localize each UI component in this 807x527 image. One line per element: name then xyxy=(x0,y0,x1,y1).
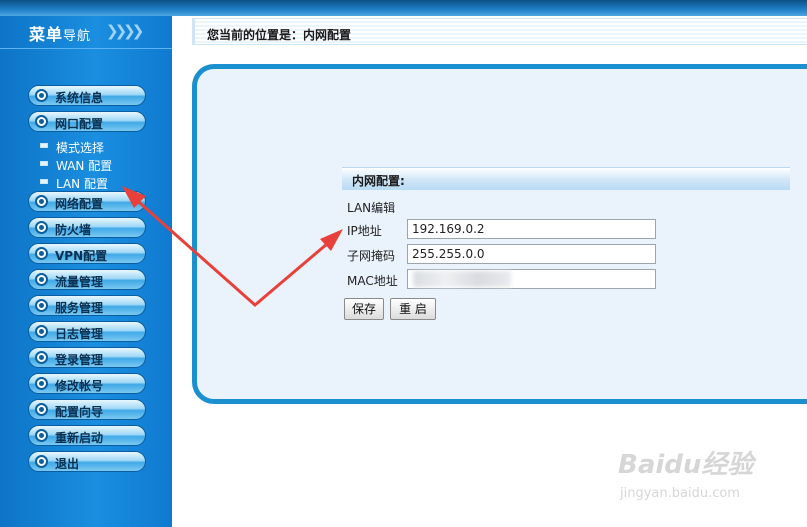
mac-label: MAC地址 xyxy=(347,274,398,288)
menu-item-port-config[interactable]: 网口配置 xyxy=(28,111,146,132)
bullet-icon xyxy=(35,325,48,338)
chevrons-icon: ❯❯❯❯ xyxy=(106,22,144,40)
bullet-icon xyxy=(35,115,48,128)
square-bullet-icon xyxy=(40,161,48,166)
menu-item-label: VPN配置 xyxy=(55,249,108,263)
restart-button[interactable]: 重 启 xyxy=(390,298,436,320)
baidu-watermark: Baidu经验 xyxy=(618,450,754,480)
bullet-icon xyxy=(35,89,48,102)
ip-address-input[interactable] xyxy=(407,219,656,239)
menu-item-label: 服务管理 xyxy=(55,301,104,315)
bullet-icon xyxy=(35,247,48,260)
bullet-icon xyxy=(35,377,48,390)
square-bullet-icon xyxy=(40,143,48,148)
breadcrumb-text: 您当前的位置是：内网配置 xyxy=(207,28,352,42)
top-banner xyxy=(0,0,807,16)
bullet-icon xyxy=(35,299,48,312)
menu-item-label: 网口配置 xyxy=(55,117,104,131)
menu-item-logout[interactable]: 退出 xyxy=(28,451,146,472)
bullet-icon xyxy=(35,351,48,364)
menu-item-reboot[interactable]: 重新启动 xyxy=(28,425,146,446)
menu-item-label: 防火墙 xyxy=(55,223,92,237)
bullet-icon xyxy=(35,273,48,286)
bullet-icon xyxy=(35,455,48,468)
submenu-item-label: LAN 配置 xyxy=(56,177,108,191)
menu-item-wizard[interactable]: 配置向导 xyxy=(28,399,146,420)
section-title: 内网配置: xyxy=(352,174,405,188)
menu-item-traffic[interactable]: 流量管理 xyxy=(28,269,146,290)
menu-item-label: 配置向导 xyxy=(55,405,104,419)
menu-item-label: 登录管理 xyxy=(55,353,104,367)
menu-item-firewall[interactable]: 防火墙 xyxy=(28,217,146,238)
ip-label: IP地址 xyxy=(347,224,382,238)
menu-item-login[interactable]: 登录管理 xyxy=(28,347,146,368)
save-button[interactable]: 保存 xyxy=(344,298,384,320)
menu-item-label: 流量管理 xyxy=(55,275,104,289)
menu-item-label: 退出 xyxy=(55,457,80,471)
bullet-icon xyxy=(35,221,48,234)
submenu-item-label: 模式选择 xyxy=(56,141,105,155)
bullet-icon xyxy=(35,403,48,416)
menu-item-account[interactable]: 修改帐号 xyxy=(28,373,146,394)
sidebar-title: 菜单导航 xyxy=(29,21,91,45)
menu-item-label: 日志管理 xyxy=(55,327,104,341)
subnet-mask-input[interactable] xyxy=(407,244,656,264)
lan-edit-label: LAN编辑 xyxy=(347,201,396,215)
mac-redacted-blur xyxy=(413,271,511,287)
sidebar-title-small: 导航 xyxy=(63,29,92,44)
section-header: 内网配置: xyxy=(342,167,790,190)
menu-item-vpn[interactable]: VPN配置 xyxy=(28,243,146,264)
bullet-icon xyxy=(35,195,48,208)
menu-item-label: 网络配置 xyxy=(55,197,104,211)
breadcrumb: 您当前的位置是：内网配置 xyxy=(192,18,807,45)
watermark-url: jingyan.baidu.com xyxy=(620,486,740,501)
menu-item-label: 系统信息 xyxy=(55,91,104,105)
bullet-icon xyxy=(35,429,48,442)
submenu-item-label: WAN 配置 xyxy=(56,159,113,173)
menu-item-service[interactable]: 服务管理 xyxy=(28,295,146,316)
menu-item-label: 重新启动 xyxy=(55,431,104,445)
menu-item-log[interactable]: 日志管理 xyxy=(28,321,146,342)
square-bullet-icon xyxy=(40,179,48,184)
menu-item-label: 修改帐号 xyxy=(55,379,104,393)
subnet-mask-label: 子网掩码 xyxy=(347,249,396,263)
menu-item-system-info[interactable]: 系统信息 xyxy=(28,85,146,106)
sidebar-title-main: 菜单 xyxy=(29,25,64,44)
sidebar-header: 菜单导航 ❯❯❯❯ xyxy=(0,16,172,49)
menu-item-network-config[interactable]: 网络配置 xyxy=(28,191,146,212)
